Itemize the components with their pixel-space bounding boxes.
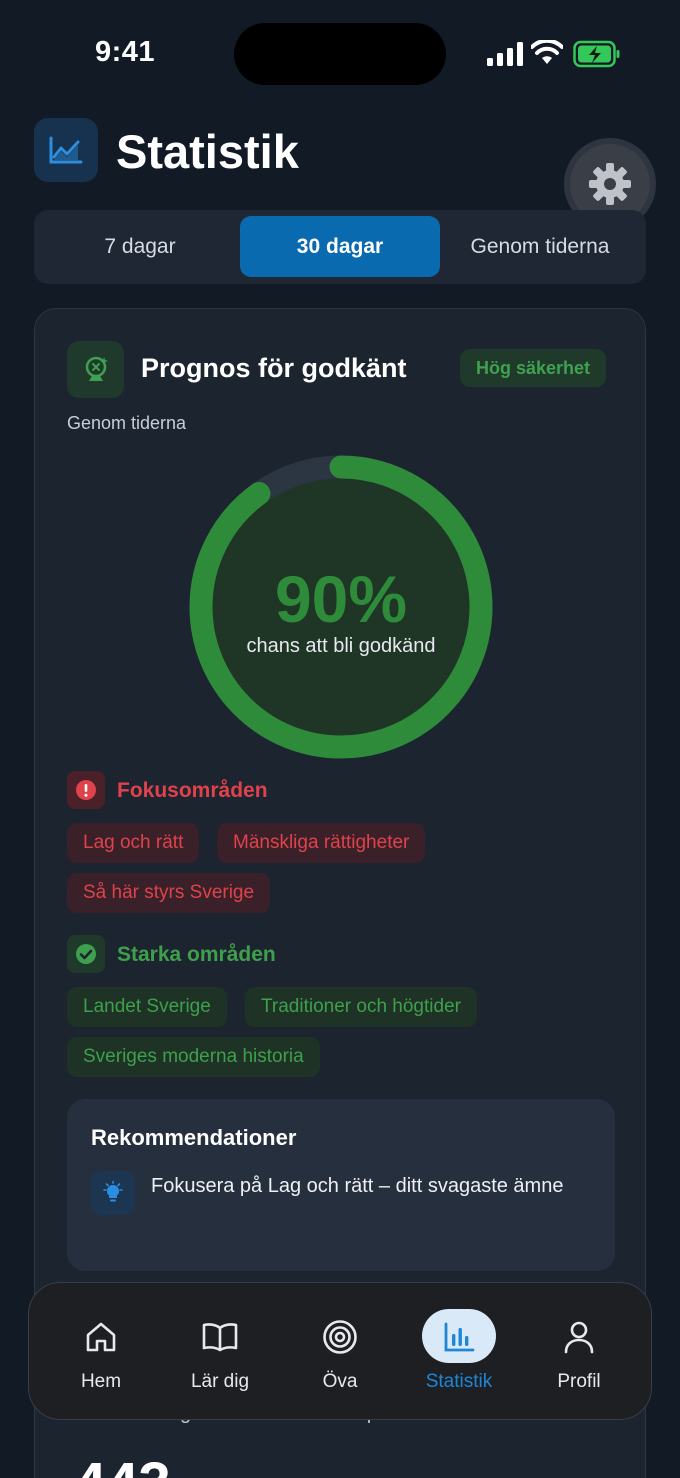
segment-30-days[interactable]: 30 dagar <box>240 216 440 277</box>
strong-chip-country[interactable]: Landet Sverige <box>67 987 227 1027</box>
strong-chip-modern-history[interactable]: Sveriges moderna historia <box>67 1037 320 1077</box>
strong-chip-traditions[interactable]: Traditioner och högtider <box>245 987 477 1027</box>
prognosis-icon-tile <box>67 341 124 398</box>
recommendation-icon-tile <box>91 1171 135 1215</box>
cellular-signal-icon <box>487 42 523 66</box>
check-circle-icon <box>76 944 96 964</box>
dynamic-island <box>234 23 446 85</box>
crystal-ball-icon <box>85 356 108 381</box>
time-range-segmented-control: 7 dagar 30 dagar Genom tiderna <box>34 210 646 284</box>
page-header: Statistik <box>34 118 654 188</box>
pass-probability-caption: chans att bli godkänd <box>246 635 436 657</box>
card-subtitle: Genom tiderna <box>67 413 187 433</box>
focus-section-title: Fokusområden <box>117 779 268 802</box>
target-icon <box>320 1317 360 1357</box>
segment-all-time[interactable]: Genom tiderna <box>440 216 640 277</box>
statistics-app-icon <box>34 118 98 182</box>
focus-chip-human-rights[interactable]: Mänskliga rättigheter <box>217 823 426 863</box>
bottom-tab-bar: Hem Lär dig Öva Statistik Profil <box>28 1282 652 1420</box>
status-time: 9:41 <box>95 36 156 68</box>
tab-practice-label: Öva <box>322 1371 358 1392</box>
pass-probability-percent: 90% <box>274 562 408 636</box>
recommendation-item: Fokusera på Lag och rätt – ditt svagaste… <box>151 1175 564 1197</box>
bar-chart-icon <box>439 1317 479 1357</box>
page-title: Statistik <box>116 125 299 178</box>
tab-learn-label: Lär dig <box>190 1371 250 1392</box>
person-icon <box>559 1317 599 1357</box>
line-chart-icon <box>49 136 83 164</box>
focus-chip-law[interactable]: Lag och rätt <box>67 823 200 863</box>
recommendations-title: Rekommendationer <box>91 1125 297 1150</box>
questions-count: 443 <box>74 1450 171 1478</box>
tab-practice[interactable]: Öva <box>280 1283 400 1421</box>
wifi-icon <box>531 40 563 64</box>
strong-section-title: Starka områden <box>117 943 276 966</box>
focus-chip-governance[interactable]: Så här styrs Sverige <box>67 873 271 913</box>
tab-statistics[interactable]: Statistik <box>399 1283 519 1421</box>
confidence-badge: Hög säkerhet <box>460 349 607 387</box>
tab-profile[interactable]: Profil <box>519 1283 639 1421</box>
book-icon <box>200 1317 240 1357</box>
recommendations-panel: Rekommendationer Fokusera på Lag och rät… <box>67 1099 615 1271</box>
card-title: Prognos för godkänt <box>141 353 407 383</box>
battery-charging-icon <box>573 40 620 68</box>
strong-section-icon-tile <box>67 935 105 973</box>
lightbulb-icon <box>103 1181 123 1202</box>
segment-7-days[interactable]: 7 dagar <box>40 216 240 277</box>
alert-icon <box>76 780 96 800</box>
home-icon <box>81 1317 121 1357</box>
status-bar: 9:41 <box>0 0 680 100</box>
tab-learn[interactable]: Lär dig <box>160 1283 280 1421</box>
tab-statistics-label: Statistik <box>425 1371 493 1392</box>
tab-profile-label: Profil <box>557 1371 601 1392</box>
tab-home[interactable]: Hem <box>41 1283 161 1421</box>
focus-section-icon-tile <box>67 771 105 809</box>
tab-home-label: Hem <box>80 1371 122 1392</box>
gear-icon <box>589 163 631 205</box>
